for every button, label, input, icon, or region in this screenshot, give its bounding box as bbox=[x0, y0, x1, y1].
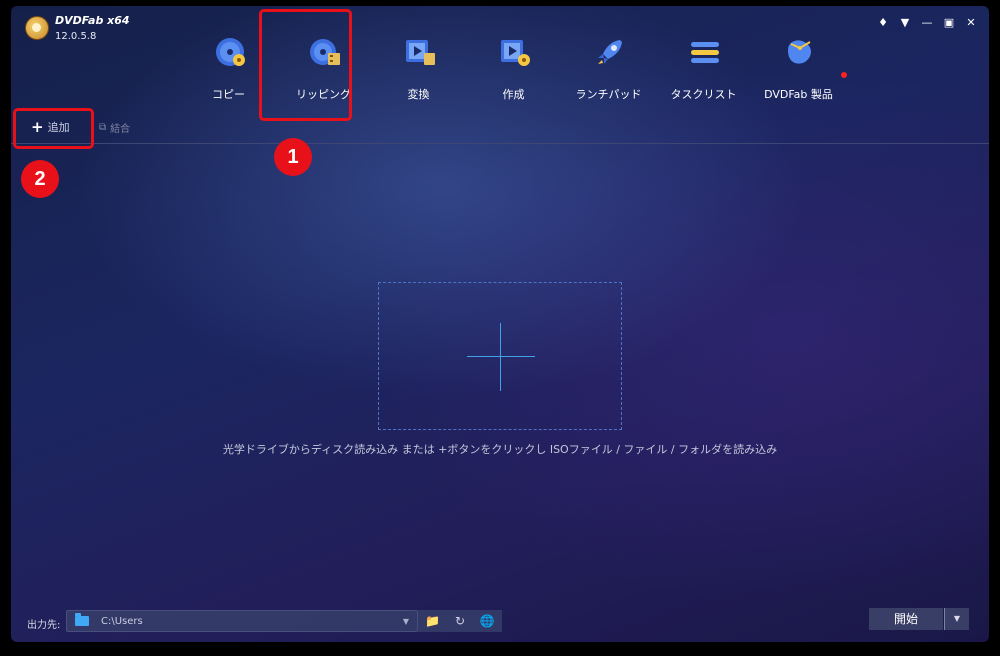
nav-item-copy[interactable]: コピー bbox=[181, 30, 276, 110]
nav-item-task-list[interactable]: タスクリスト bbox=[656, 30, 751, 110]
drop-zone-hint: 光学ドライブからディスク読み込み または +ボタンをクリックし ISOファイル … bbox=[222, 443, 778, 456]
refresh-icon[interactable]: ↻ bbox=[455, 614, 465, 628]
plus-icon: + bbox=[31, 118, 44, 136]
start-options-chevron-icon[interactable]: ▼ bbox=[944, 608, 969, 630]
bottom-bar: 出力先: ▼ 📁 ↻ 🌐 開始 ▼ bbox=[11, 606, 989, 642]
video-create-icon bbox=[501, 40, 530, 66]
merge-button[interactable]: ⧉ 結合 bbox=[99, 120, 130, 135]
start-button[interactable]: 開始 bbox=[869, 608, 943, 630]
dvdfab-logo-icon bbox=[25, 16, 49, 40]
products-icon bbox=[788, 40, 811, 64]
add-plus-icon-vertical bbox=[500, 323, 501, 391]
output-label: 出力先: bbox=[27, 620, 61, 631]
merge-button-label: 結合 bbox=[110, 124, 131, 135]
minimize-icon[interactable]: — bbox=[921, 16, 933, 29]
merge-icon: ⧉ bbox=[99, 122, 107, 133]
app-window: DVDFab x64 12.0.5.8 ♦ ▼ — ▣ ✕ コピー リッピング bbox=[11, 6, 989, 642]
nav-item-label: リッピング bbox=[296, 88, 351, 101]
window-controls: ♦ ▼ — ▣ ✕ bbox=[877, 16, 977, 29]
nav-item-label: 作成 bbox=[502, 88, 525, 101]
folder-icon bbox=[75, 613, 89, 626]
output-path-input[interactable] bbox=[101, 615, 403, 627]
nav-item-dvdfab-products[interactable]: DVDFab 製品 bbox=[751, 30, 846, 110]
toolbar-divider bbox=[11, 143, 989, 144]
open-folder-icon[interactable]: 📁 bbox=[425, 614, 440, 628]
add-button-label: 追加 bbox=[47, 121, 70, 134]
chevron-down-icon[interactable]: ▼ bbox=[403, 617, 409, 626]
nav-item-label: タスクリスト bbox=[670, 88, 737, 101]
task-list-icon bbox=[691, 42, 719, 63]
video-convert-icon bbox=[406, 40, 435, 65]
nav-item-label: DVDFab 製品 bbox=[764, 88, 833, 101]
app-name: DVDFab x64 bbox=[55, 14, 130, 27]
close-icon[interactable]: ✕ bbox=[965, 16, 977, 29]
nav-item-label: コピー bbox=[212, 88, 245, 101]
output-path-field[interactable]: ▼ bbox=[66, 610, 418, 632]
menu-icon[interactable]: ▼ bbox=[899, 16, 911, 29]
maximize-icon[interactable]: ▣ bbox=[943, 16, 955, 29]
skin-icon[interactable]: ♦ bbox=[877, 16, 889, 29]
annotation-badge-2: 2 bbox=[21, 160, 59, 198]
app-version: 12.0.5.8 bbox=[55, 31, 97, 42]
nav-item-convert[interactable]: 変換 bbox=[371, 30, 466, 110]
disc-rip-icon bbox=[310, 39, 340, 65]
nav-item-label: 変換 bbox=[407, 88, 430, 101]
rocket-icon bbox=[598, 40, 622, 64]
globe-icon[interactable]: 🌐 bbox=[480, 614, 495, 628]
drop-zone[interactable] bbox=[378, 282, 622, 430]
module-nav: コピー リッピング 変換 作成 ランチパッド タスクリスト DVDFab 製品 bbox=[181, 30, 846, 110]
disc-copy-icon bbox=[216, 38, 245, 66]
nav-item-label: ランチパッド bbox=[575, 88, 642, 101]
add-plus-icon bbox=[467, 356, 535, 357]
notification-dot bbox=[841, 72, 847, 78]
nav-item-launchpad[interactable]: ランチパッド bbox=[561, 30, 656, 110]
nav-item-create[interactable]: 作成 bbox=[466, 30, 561, 110]
add-button[interactable]: + 追加 bbox=[31, 118, 70, 136]
nav-item-ripping[interactable]: リッピング bbox=[276, 30, 371, 110]
output-tools: 📁 ↻ 🌐 bbox=[418, 610, 502, 632]
annotation-badge-1: 1 bbox=[274, 138, 312, 176]
